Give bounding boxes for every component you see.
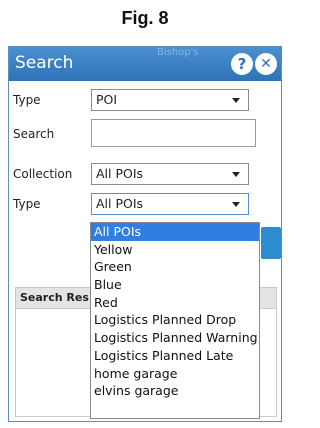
dropdown-option[interactable]: Yellow bbox=[91, 241, 259, 259]
collection-select[interactable]: All POIs bbox=[91, 163, 249, 185]
type-row: Type POI bbox=[9, 85, 281, 115]
chevron-down-icon bbox=[232, 98, 240, 103]
figure-label: Fig. 8 bbox=[121, 8, 169, 28]
type-dropdown-list[interactable]: All POIs Yellow Green Blue Red Logistics Plan… bbox=[90, 222, 260, 419]
collection-label: Collection bbox=[13, 167, 73, 181]
titlebar-ghost-text: Bishop's bbox=[157, 47, 199, 58]
type2-row: Type All POIs bbox=[9, 189, 281, 219]
type-label: Type bbox=[13, 93, 41, 107]
help-button[interactable]: ? bbox=[231, 53, 253, 75]
type2-select[interactable]: All POIs bbox=[91, 193, 249, 215]
dropdown-option[interactable]: elvins garage bbox=[91, 382, 259, 400]
dropdown-option[interactable]: Green bbox=[91, 258, 259, 276]
chevron-down-icon bbox=[232, 202, 240, 207]
type-select-value: POI bbox=[96, 92, 118, 107]
type2-label: Type bbox=[13, 197, 41, 211]
type-select[interactable]: POI bbox=[91, 89, 249, 111]
close-button[interactable]: ✕ bbox=[255, 53, 277, 75]
search-button[interactable] bbox=[261, 227, 281, 259]
dropdown-option[interactable]: home garage bbox=[91, 365, 259, 383]
chevron-down-icon bbox=[232, 172, 240, 177]
dropdown-option[interactable]: All POIs bbox=[91, 223, 259, 241]
type2-select-value: All POIs bbox=[96, 196, 144, 211]
search-input[interactable] bbox=[91, 119, 256, 147]
dropdown-option[interactable]: Logistics Planned Warning bbox=[91, 329, 259, 347]
collection-select-value: All POIs bbox=[96, 166, 144, 181]
search-label: Search bbox=[13, 127, 55, 141]
dropdown-option[interactable]: Blue bbox=[91, 276, 259, 294]
dropdown-option[interactable]: Logistics Planned Drop bbox=[91, 311, 259, 329]
dropdown-option[interactable]: Red bbox=[91, 294, 259, 312]
help-icon: ? bbox=[237, 55, 247, 73]
dropdown-option[interactable]: Logistics Planned Late bbox=[91, 347, 259, 365]
dialog-title: Search bbox=[15, 53, 74, 73]
close-icon: ✕ bbox=[260, 56, 272, 72]
search-row: Search bbox=[9, 117, 281, 151]
collection-row: Collection All POIs bbox=[9, 157, 281, 187]
dialog-titlebar[interactable]: Search Bishop's ? ✕ bbox=[9, 47, 281, 81]
